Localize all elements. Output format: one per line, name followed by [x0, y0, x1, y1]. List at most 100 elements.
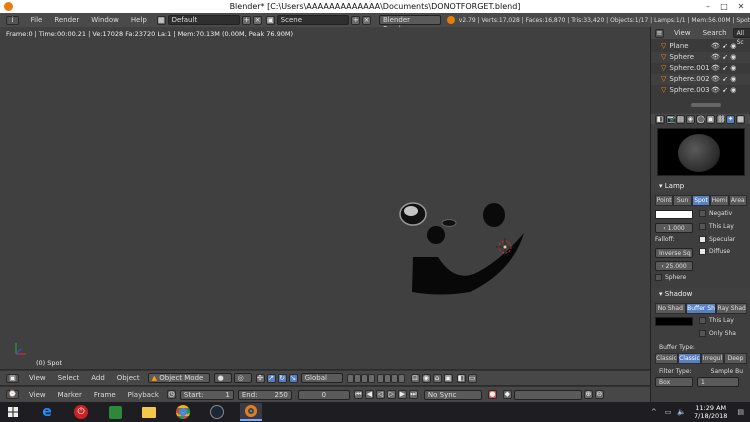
- buffer-type-classic-halfway[interactable]: Classic: [678, 353, 701, 364]
- insert-keyframe-icon[interactable]: ⊕: [583, 390, 593, 399]
- negative-checkbox[interactable]: [699, 210, 706, 217]
- end-frame-field[interactable]: End: 250: [237, 389, 292, 400]
- editor-type-icon[interactable]: i: [6, 15, 19, 25]
- buffer-type-irregular[interactable]: Irregul: [701, 353, 724, 364]
- steam-icon[interactable]: [206, 403, 228, 421]
- delete-keyframe-icon[interactable]: ⊖: [594, 390, 604, 399]
- scene-icon[interactable]: ▣: [265, 15, 275, 25]
- shadow-type-none[interactable]: No Shad: [655, 303, 686, 314]
- menu-object[interactable]: Object: [111, 371, 146, 385]
- layer-button[interactable]: [353, 373, 361, 383]
- menu-select[interactable]: Select: [52, 371, 86, 385]
- scale-icon[interactable]: ↘: [288, 373, 298, 383]
- outliner-search-menu[interactable]: Search: [703, 29, 727, 37]
- next-key-icon[interactable]: ▶: [397, 390, 407, 399]
- buffer-type-deep[interactable]: Deep: [724, 353, 747, 364]
- lamp-type-sun[interactable]: Sun: [673, 195, 692, 206]
- keyframe-icon[interactable]: ◆: [502, 390, 512, 399]
- render-tab-icon[interactable]: 📷: [666, 114, 676, 124]
- constraints-tab-icon[interactable]: ⛓: [716, 114, 726, 124]
- shadow-type-buffer[interactable]: Buffer Sh: [685, 303, 717, 314]
- volume-icon[interactable]: 🔈: [677, 408, 686, 416]
- play-icon[interactable]: ▷: [386, 390, 396, 399]
- render-preview-icon[interactable]: ◧: [456, 373, 466, 383]
- layer-button[interactable]: [346, 373, 354, 383]
- render-engine-select[interactable]: Blender Render: [378, 15, 442, 33]
- manipulator-toggle-icon[interactable]: ✣: [255, 373, 265, 383]
- internet-explorer-icon[interactable]: e: [36, 403, 58, 421]
- scene-tab-icon[interactable]: ◈: [686, 114, 695, 124]
- proportional-edit-icon[interactable]: ◉: [421, 373, 431, 383]
- energy-field[interactable]: ‹ 1.000: [655, 223, 693, 233]
- world-tab-icon[interactable]: ◯: [696, 114, 705, 124]
- jump-start-icon[interactable]: ⏮: [353, 390, 363, 399]
- lamp-color-swatch[interactable]: [655, 210, 693, 219]
- screen-field[interactable]: Default: [167, 15, 241, 25]
- lock-icon[interactable]: ⊡: [410, 373, 420, 383]
- properties-editor-icon[interactable]: ◧: [655, 114, 665, 124]
- add-scene-button[interactable]: +: [351, 15, 361, 25]
- lamp-type-spot[interactable]: Spot: [691, 195, 711, 206]
- power-icon[interactable]: ⏻: [70, 403, 92, 421]
- falloff-select[interactable]: Inverse Sq: [655, 248, 693, 258]
- layer-button[interactable]: [376, 373, 384, 383]
- current-frame-field[interactable]: 0: [297, 389, 350, 400]
- chrome-icon[interactable]: [172, 403, 194, 421]
- close-icon[interactable]: ✕: [733, 0, 749, 13]
- layer-button[interactable]: [367, 373, 375, 383]
- menu-file[interactable]: File: [25, 13, 49, 27]
- sample-buffers-select[interactable]: 1: [697, 377, 739, 387]
- this-layer-checkbox[interactable]: [699, 223, 706, 230]
- object-tab-icon[interactable]: ▣: [706, 114, 715, 124]
- buffer-type-classic[interactable]: Classic: [655, 353, 678, 364]
- record-icon[interactable]: ●: [487, 390, 497, 399]
- filter-type-select[interactable]: Box: [655, 377, 693, 387]
- snap-icon[interactable]: ⌂: [432, 373, 442, 383]
- orientation-select[interactable]: Global: [300, 373, 343, 383]
- lamp-type-hemi[interactable]: Hemi: [710, 195, 729, 206]
- outliner-filter-select[interactable]: All Sc: [732, 28, 750, 46]
- snap-target-icon[interactable]: ▣: [443, 373, 453, 383]
- mode-select[interactable]: ▲ Object Mode: [147, 373, 210, 383]
- pivot-select[interactable]: ◎: [233, 373, 252, 383]
- outliner-item-sphere[interactable]: ▽ Sphere 👁 ➹ ◉: [651, 52, 750, 63]
- outliner-editor-icon[interactable]: ≡: [655, 28, 664, 38]
- menu-frame[interactable]: Frame: [88, 388, 122, 402]
- visibility-icons[interactable]: 👁 ➹ ◉: [711, 41, 736, 52]
- visibility-icons[interactable]: 👁 ➹ ◉: [711, 74, 736, 85]
- lamp-type-point[interactable]: Point: [655, 195, 674, 206]
- preview-range-icon[interactable]: ◷: [166, 390, 176, 399]
- sphere-checkbox[interactable]: [655, 274, 662, 281]
- lamp-section-header[interactable]: ▾ Lamp: [651, 180, 750, 192]
- layer-button[interactable]: [383, 373, 391, 383]
- visibility-icons[interactable]: 👁 ➹ ◉: [711, 63, 736, 74]
- store-icon[interactable]: [104, 403, 126, 421]
- blender-taskbar-icon[interactable]: [240, 403, 262, 421]
- shadow-section-header[interactable]: ▾ Shadow: [651, 288, 750, 300]
- layer-button[interactable]: [397, 373, 405, 383]
- screen-layout-icon[interactable]: ▦: [156, 15, 166, 25]
- remove-scene-button[interactable]: ×: [362, 15, 371, 25]
- add-screen-button[interactable]: +: [242, 15, 252, 25]
- keying-set-field[interactable]: [513, 389, 582, 400]
- play-reverse-icon[interactable]: ◁: [375, 390, 385, 399]
- menu-render[interactable]: Render: [48, 13, 85, 27]
- minimize-icon[interactable]: –: [700, 0, 716, 13]
- menu-help[interactable]: Help: [125, 13, 153, 27]
- outliner-scrollbar[interactable]: [691, 103, 721, 107]
- menu-marker[interactable]: Marker: [52, 388, 88, 402]
- shadow-type-ray[interactable]: Ray Shad: [716, 303, 748, 314]
- outliner-item-plane[interactable]: ▽ Plane 👁 ➹ ◉: [651, 41, 750, 52]
- lamp-type-area[interactable]: Area: [728, 195, 748, 206]
- outliner-item-sphere-003[interactable]: ▽ Sphere.003 👁 ➹ ◉: [651, 85, 750, 96]
- menu-view[interactable]: View: [23, 371, 52, 385]
- network-icon[interactable]: ▭: [665, 408, 672, 416]
- texture-tab-icon[interactable]: ▦: [736, 114, 745, 124]
- only-shadow-checkbox[interactable]: [699, 330, 706, 337]
- translate-icon[interactable]: ↗: [266, 373, 276, 383]
- jump-end-icon[interactable]: ⏭: [408, 390, 418, 399]
- specular-checkbox[interactable]: [699, 236, 706, 243]
- windows-start-icon[interactable]: [2, 403, 24, 421]
- menu-playback[interactable]: Playback: [122, 388, 165, 402]
- outliner-item-sphere-002[interactable]: ▽ Sphere.002 👁 ➹ ◉: [651, 74, 750, 85]
